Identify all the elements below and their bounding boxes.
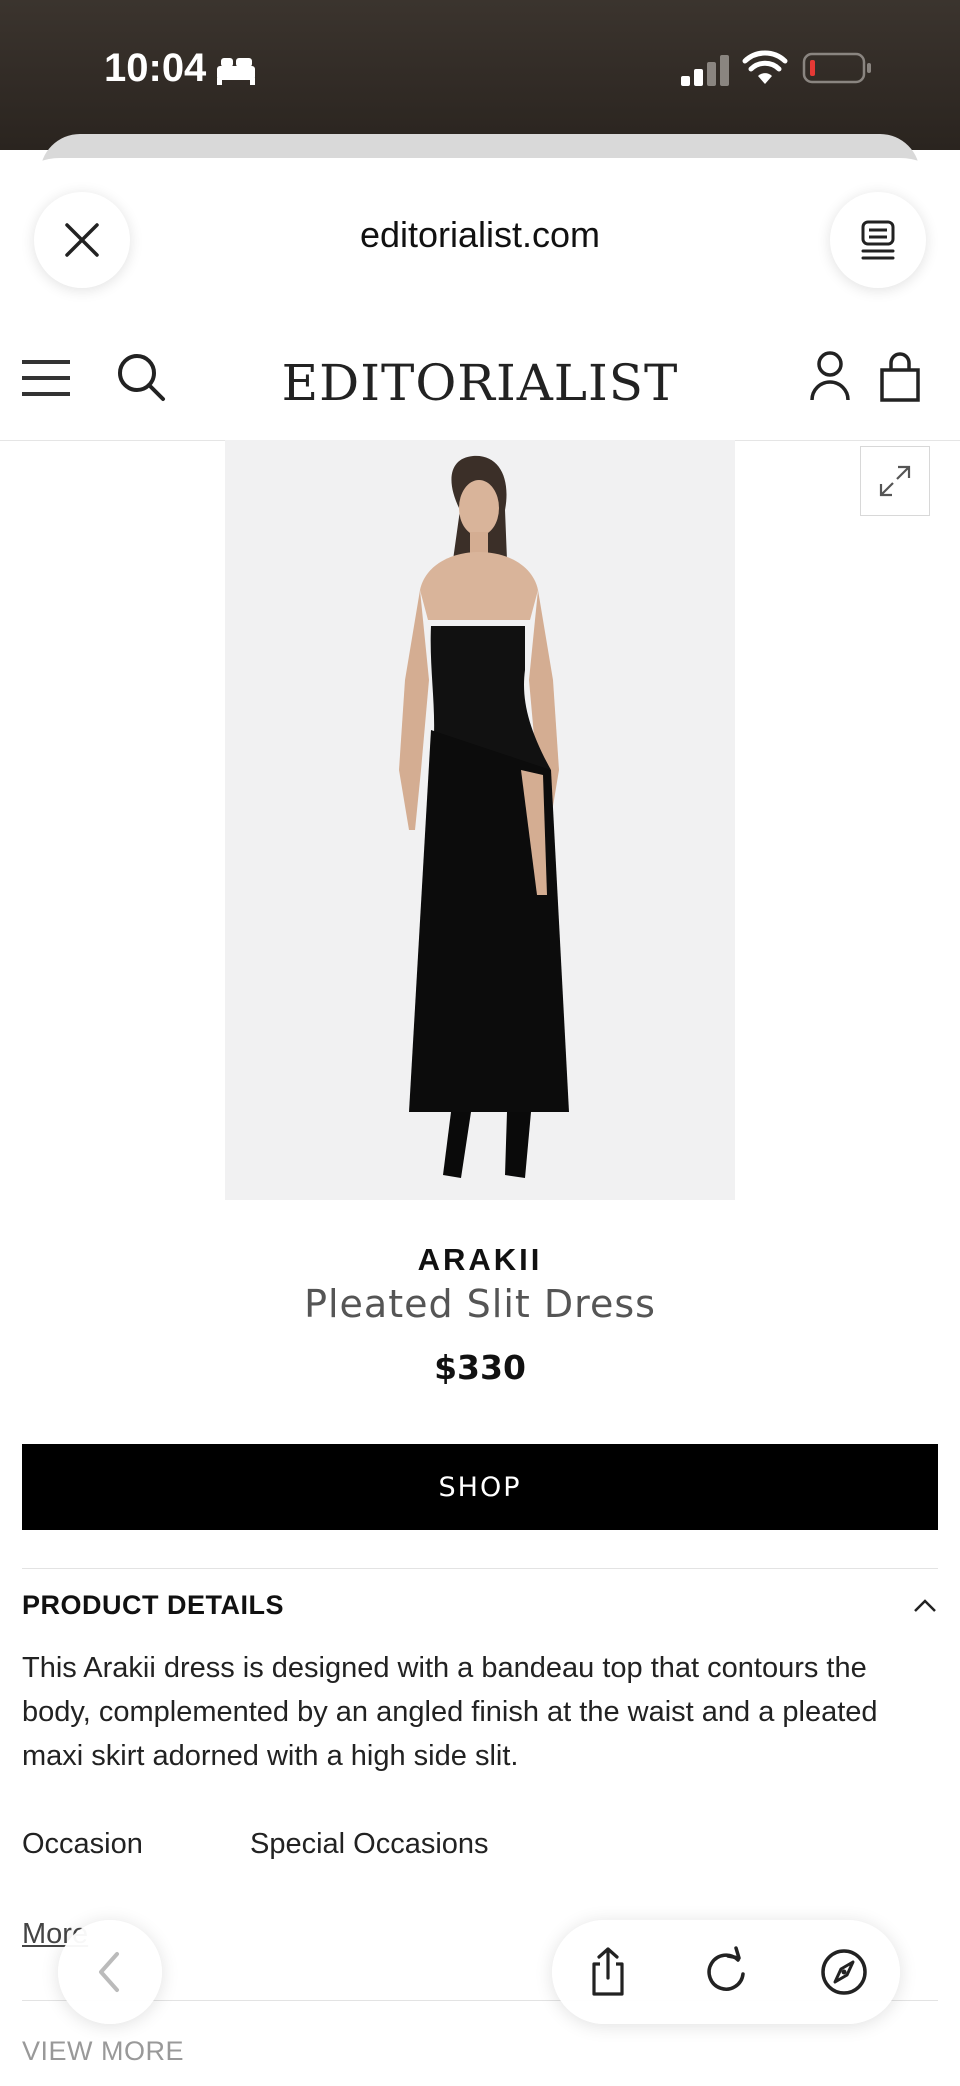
model-figure: [399, 455, 569, 1178]
url-label[interactable]: editorialist.com: [0, 214, 960, 256]
product-description: This Arakii dress is designed with a ban…: [22, 1652, 878, 1772]
reader-icon: [861, 220, 895, 260]
product-details-title[interactable]: PRODUCT DETAILS: [22, 1590, 284, 1621]
status-time: 10:04: [104, 46, 207, 90]
product-brand[interactable]: ARAKII: [0, 1242, 960, 1278]
back-icon: [99, 1952, 119, 1992]
product-name: Pleated Slit Dress: [304, 1282, 656, 1326]
bed-icon: [217, 58, 255, 85]
browser-toolbar: [552, 1920, 900, 2024]
browser-sheet: editorialist.com EDITORIALIST ARAKII Ple…: [0, 158, 960, 2086]
expand-button[interactable]: [860, 446, 930, 516]
battery-icon: [802, 52, 871, 84]
status-bar: 10:04: [0, 0, 960, 150]
reload-icon[interactable]: [700, 1946, 752, 1998]
chevron-up-icon[interactable]: [912, 1596, 938, 1616]
site-header: EDITORIALIST: [0, 308, 960, 441]
compass-icon[interactable]: [818, 1946, 870, 1998]
product-price: $330: [434, 1348, 526, 1387]
product-image[interactable]: [225, 440, 735, 1200]
user-icon[interactable]: [808, 350, 852, 402]
expand-icon: [879, 465, 911, 497]
bag-icon[interactable]: [878, 350, 922, 402]
back-button[interactable]: [58, 1920, 162, 2024]
shop-button[interactable]: SHOP: [22, 1444, 938, 1530]
view-more-link[interactable]: VIEW MORE: [22, 2036, 184, 2067]
wifi-icon: [742, 50, 788, 84]
reader-button[interactable]: [830, 192, 926, 288]
occasion-value: Special Occasions: [250, 1828, 489, 1860]
signal-icon: [681, 55, 729, 86]
divider: [22, 1568, 938, 1569]
share-icon[interactable]: [582, 1946, 634, 1998]
occasion-label: Occasion: [22, 1828, 143, 1860]
